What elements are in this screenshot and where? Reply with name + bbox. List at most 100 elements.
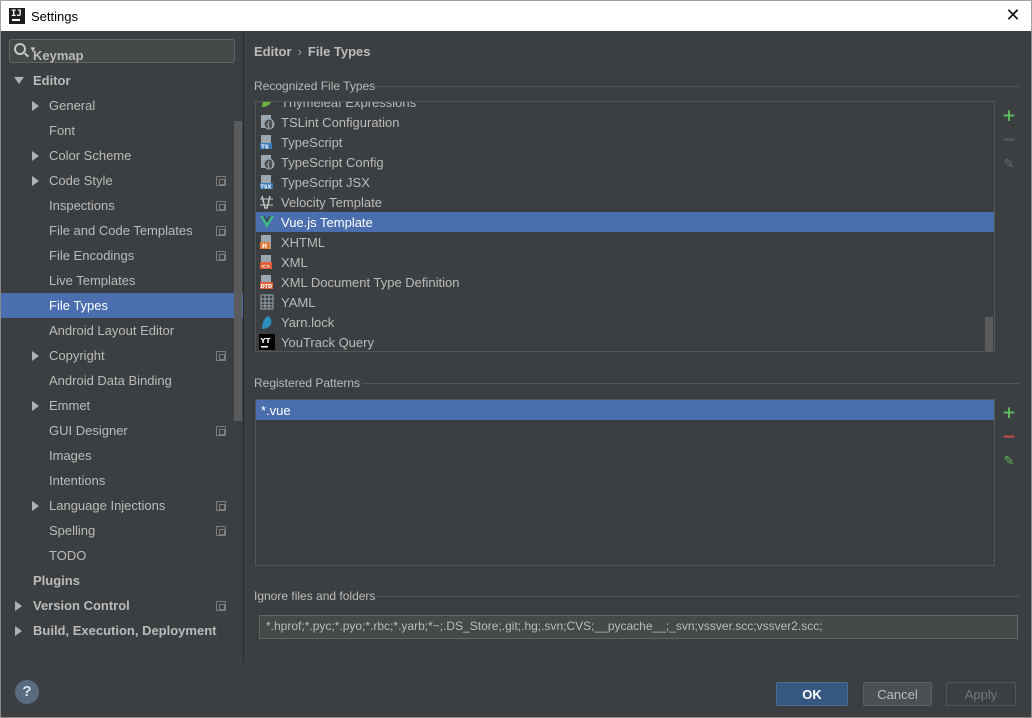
sidebar-item[interactable]: Editor [1, 68, 243, 93]
file-type-row[interactable]: Thymeleaf Expressions [256, 101, 994, 112]
sidebar-item-label: Keymap [33, 48, 84, 63]
collapsed-arrow-icon[interactable] [32, 100, 39, 111]
project-scope-icon [216, 225, 226, 236]
add-pattern-icon[interactable]: + [1001, 405, 1017, 422]
sidebar-item[interactable]: Inspections [1, 193, 243, 218]
svg-text:YT: YT [260, 337, 271, 345]
file-type-row[interactable]: {} TSLint Configuration [256, 112, 994, 132]
tslint-icon: {} [259, 114, 275, 130]
file-type-label: TypeScript [281, 134, 343, 150]
remove-file-type-icon[interactable]: − [1001, 132, 1017, 149]
sidebar-item[interactable]: General [1, 93, 243, 118]
sidebar-item[interactable]: GUI Designer [1, 418, 243, 443]
file-type-row[interactable]: {} TypeScript Config [256, 152, 994, 172]
pattern-label: *.vue [261, 402, 291, 418]
sidebar-item[interactable]: Intentions [1, 468, 243, 493]
sidebar-item[interactable]: Android Layout Editor [1, 318, 243, 343]
sidebar-item-label: File Encodings [49, 248, 135, 263]
file-type-label: YouTrack Query [281, 334, 374, 350]
collapsed-arrow-icon[interactable] [32, 500, 39, 511]
registered-patterns-title: Registered Patterns [254, 376, 360, 390]
xml-icon: <> [259, 254, 275, 270]
sidebar-item[interactable]: Live Templates [1, 268, 243, 293]
recognized-file-types-list[interactable]: Thymeleaf Expressions {} TSLint Configurat… [255, 101, 995, 352]
sidebar-item[interactable]: Color Scheme [1, 143, 243, 168]
file-type-label: TypeScript Config [281, 154, 384, 170]
ignore-files-input[interactable]: *.hprof;*.pyc;*.pyo;*.rbc;*.yarb;*~;.DS_… [259, 615, 1018, 639]
registered-patterns-label: Registered Patterns [254, 376, 361, 390]
help-icon[interactable]: ? [15, 680, 39, 704]
file-type-row[interactable]: YAML [256, 292, 994, 312]
tsx-icon: TSX [259, 174, 275, 191]
sidebar-item[interactable]: Keymap [1, 43, 243, 68]
add-file-type-icon[interactable]: + [1001, 108, 1017, 125]
collapsed-arrow-icon[interactable] [32, 400, 39, 411]
sidebar-item-label: Version Control [33, 598, 130, 613]
collapsed-arrow-icon[interactable] [32, 175, 39, 186]
file-type-row[interactable]: Yarn.lock [256, 312, 994, 332]
recognized-file-types-label: Recognized File Types [254, 79, 376, 93]
ok-button[interactable]: OK [776, 682, 848, 706]
file-type-row[interactable]: H XHTML [256, 232, 994, 252]
file-type-row[interactable]: TSX TypeScript JSX [256, 172, 994, 192]
sidebar-item[interactable]: File Types [1, 293, 243, 318]
registered-patterns-list[interactable]: *.vue [255, 399, 995, 566]
sidebar-item[interactable]: Plugins [1, 568, 243, 593]
dialog-button-bar: ? OK Cancel Apply [1, 662, 1031, 717]
sidebar-scrollbar[interactable] [234, 121, 242, 421]
expanded-arrow-icon[interactable] [14, 77, 24, 84]
sidebar-item[interactable]: File and Code Templates [1, 218, 243, 243]
sidebar-item[interactable]: TODO [1, 543, 243, 568]
sidebar-item[interactable]: Copyright [1, 343, 243, 368]
breadcrumb-parent[interactable]: Editor [254, 44, 292, 59]
sidebar-item-label: Language Injections [49, 498, 166, 513]
file-type-row[interactable]: Vue.js Template [256, 212, 994, 232]
sidebar-item[interactable]: Images [1, 443, 243, 468]
apply-button[interactable]: Apply [946, 682, 1016, 706]
cancel-button[interactable]: Cancel [863, 682, 932, 706]
sidebar-item[interactable]: Language Injections [1, 493, 243, 518]
sidebar-item-label: Android Layout Editor [49, 323, 175, 338]
collapsed-arrow-icon[interactable] [32, 350, 39, 361]
project-scope-icon [216, 250, 226, 261]
sidebar-item[interactable]: Build, Execution, Deployment [1, 618, 243, 643]
sidebar-item-label: Live Templates [49, 273, 136, 288]
sidebar-item-label: Build, Execution, Deployment [33, 623, 217, 638]
close-icon[interactable]: ✕ [1003, 6, 1023, 26]
group-divider [376, 596, 1019, 597]
remove-pattern-icon[interactable]: − [1001, 429, 1017, 446]
sidebar-item-label: Spelling [49, 523, 96, 538]
collapsed-arrow-icon[interactable] [15, 600, 22, 611]
collapsed-arrow-icon[interactable] [32, 150, 39, 161]
sidebar-item[interactable]: File Encodings [1, 243, 243, 268]
collapsed-arrow-icon[interactable] [15, 625, 22, 636]
project-scope-icon [216, 350, 226, 361]
edit-file-type-icon[interactable]: ✎ [1001, 157, 1017, 173]
sidebar-item[interactable]: Emmet [1, 393, 243, 418]
file-type-label: TSLint Configuration [281, 114, 400, 130]
project-scope-icon [216, 425, 226, 436]
file-type-label: XML Document Type Definition [281, 274, 460, 290]
file-type-row[interactable]: YT YouTrack Query [256, 332, 994, 351]
sidebar-item-label: Emmet [49, 398, 91, 413]
breadcrumb: Editor › File Types [254, 44, 371, 59]
svg-text:DTD: DTD [261, 284, 273, 290]
pattern-row[interactable]: *.vue [256, 400, 994, 420]
sidebar-item[interactable]: Version Control [1, 593, 243, 618]
window-border-left [0, 31, 1, 718]
file-type-row[interactable]: DTD XML Document Type Definition [256, 272, 994, 292]
sidebar-item[interactable]: Code Style [1, 168, 243, 193]
file-type-label: TypeScript JSX [281, 174, 370, 190]
file-type-label: Thymeleaf Expressions [281, 101, 417, 110]
file-type-row[interactable]: <> XML [256, 252, 994, 272]
sidebar-item[interactable]: Spelling [1, 518, 243, 543]
tsconfig-icon: {} [259, 154, 275, 170]
svg-text:{}: {} [266, 121, 275, 129]
file-type-row[interactable]: TS TypeScript [256, 132, 994, 152]
file-type-row[interactable]: Velocity Template [256, 192, 994, 212]
edit-pattern-icon[interactable]: ✎ [1001, 454, 1017, 470]
recognized-list-scrollbar[interactable] [985, 317, 993, 351]
sidebar-item-label: Plugins [33, 573, 80, 588]
sidebar-item[interactable]: Font [1, 118, 243, 143]
sidebar-item[interactable]: Android Data Binding [1, 368, 243, 393]
